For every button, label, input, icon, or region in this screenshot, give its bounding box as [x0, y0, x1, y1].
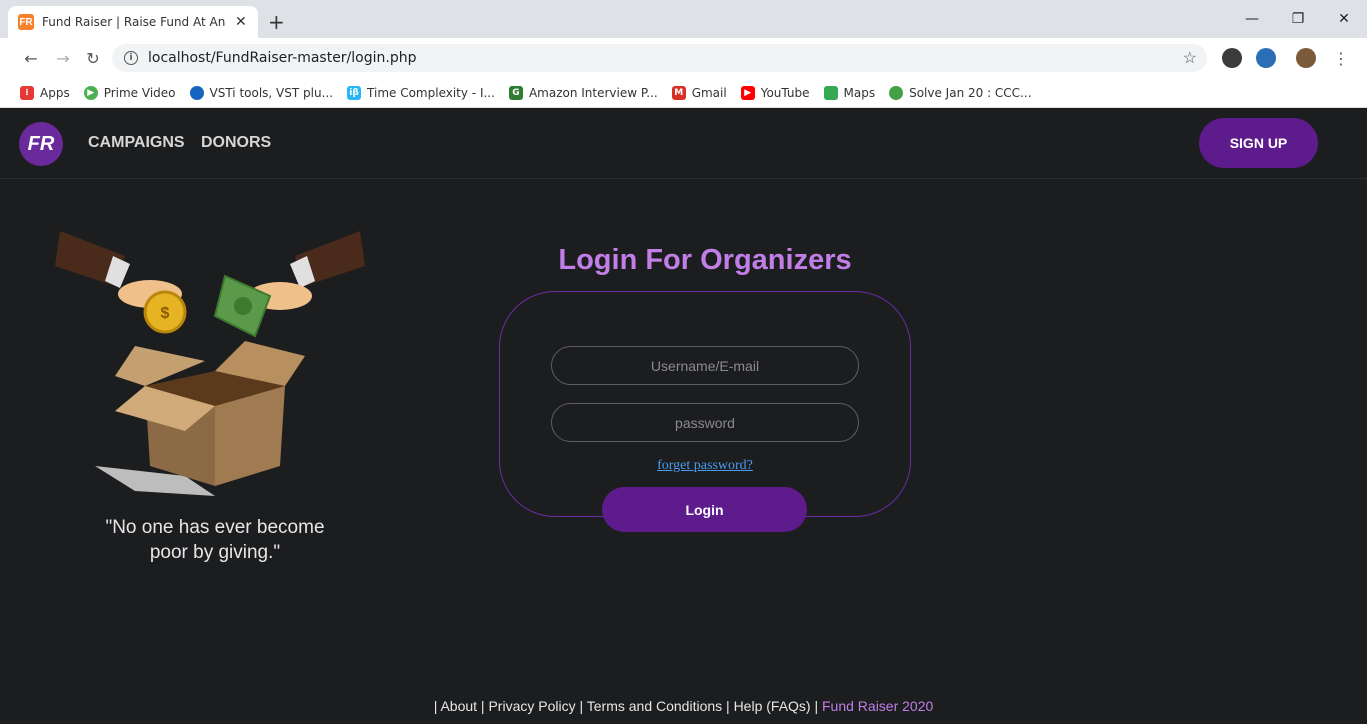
bookmark-maps[interactable]: Maps	[823, 85, 875, 100]
bookmark-amazon-interview[interactable]: G Amazon Interview P...	[508, 85, 658, 100]
globe-icon	[189, 85, 204, 100]
site-logo[interactable]: FR	[19, 122, 63, 166]
tab-favicon-icon: FR	[18, 14, 34, 30]
page: FR CAMPAIGNS DONORS SIGN UP $ "No one ha…	[0, 108, 1367, 724]
footer-brand: Fund Raiser 2020	[822, 698, 934, 714]
bookmark-star-icon[interactable]: ☆	[1183, 48, 1197, 68]
browser-tab[interactable]: FR Fund Raiser | Raise Fund At An Easy W…	[8, 6, 258, 38]
nav-link-donors[interactable]: DONORS	[201, 134, 271, 152]
bookmark-prime-video[interactable]: ▶ Prime Video	[83, 85, 176, 100]
login-title: Login For Organizers	[558, 244, 852, 276]
address-url: localhost/FundRaiser-master/login.php	[148, 50, 417, 66]
reload-icon[interactable]: ↻	[82, 47, 104, 69]
bookmark-youtube[interactable]: ▶ YouTube	[740, 85, 810, 100]
password-input[interactable]	[551, 403, 859, 442]
tab-close-icon[interactable]: ✕	[235, 14, 247, 30]
hero-quote: "No one has ever become poor by giving."	[105, 517, 325, 563]
forward-arrow-icon[interactable]: →	[52, 47, 74, 69]
nav-link-campaigns[interactable]: CAMPAIGNS	[88, 134, 185, 152]
gmail-icon: M	[671, 85, 686, 100]
bookmarks-bar: ⁝ Apps ▶ Prime Video VSTi tools, VST plu..…	[0, 78, 1367, 108]
youtube-icon: ▶	[740, 85, 755, 100]
username-input[interactable]	[551, 346, 859, 385]
window-close-icon[interactable]: ✕	[1321, 0, 1367, 38]
browser-toolbar: ← → ↻ i localhost/FundRaiser-master/logi…	[0, 38, 1367, 78]
back-arrow-icon[interactable]: ←	[20, 47, 42, 69]
login-button[interactable]: Login	[602, 487, 807, 532]
solve-icon	[889, 85, 904, 100]
restore-icon[interactable]: ❐	[1275, 0, 1321, 38]
maps-icon	[823, 85, 838, 100]
coin-dollar-icon: $	[161, 305, 170, 322]
bookmark-gmail[interactable]: M Gmail	[671, 85, 727, 100]
cash-seal	[234, 297, 252, 315]
site-footer: | About | Privacy Policy | Terms and Con…	[0, 698, 1367, 714]
bookmark-time-complexity[interactable]: iβ Time Complexity - I...	[347, 85, 495, 100]
play-icon: ▶	[83, 85, 98, 100]
site-navbar: FR CAMPAIGNS DONORS SIGN UP	[0, 108, 1367, 179]
bookmark-apps[interactable]: ⁝ Apps	[20, 85, 70, 100]
footer-links[interactable]: | About | Privacy Policy | Terms and Con…	[434, 698, 822, 714]
gfg-icon: G	[508, 85, 523, 100]
new-tab-icon[interactable]: +	[268, 10, 285, 34]
minimize-icon[interactable]: —	[1229, 0, 1275, 38]
signup-button[interactable]: SIGN UP	[1199, 118, 1318, 168]
extension-icon[interactable]	[1256, 48, 1276, 68]
profile-avatar-icon[interactable]	[1296, 48, 1316, 68]
browser-tabstrip: FR Fund Raiser | Raise Fund At An Easy W…	[0, 0, 1367, 38]
incognito-extension-icon[interactable]	[1222, 48, 1242, 68]
ib-icon: iβ	[347, 85, 362, 100]
donation-box-illustration: $	[55, 231, 365, 496]
menu-kebab-icon[interactable]: ⋮	[1330, 47, 1352, 69]
info-icon[interactable]: i	[124, 51, 138, 65]
address-bar[interactable]: i localhost/FundRaiser-master/login.php …	[112, 44, 1207, 72]
bookmark-solve[interactable]: Solve Jan 20 : CCC...	[889, 85, 1032, 100]
window-controls: — ❐ ✕	[1229, 0, 1367, 38]
bookmark-vsti[interactable]: VSTi tools, VST plu...	[189, 85, 333, 100]
tab-title: Fund Raiser | Raise Fund At An Easy Way	[42, 15, 227, 29]
apps-grid-icon: ⁝	[20, 85, 34, 100]
forgot-password-link[interactable]: forget password?	[500, 458, 910, 474]
